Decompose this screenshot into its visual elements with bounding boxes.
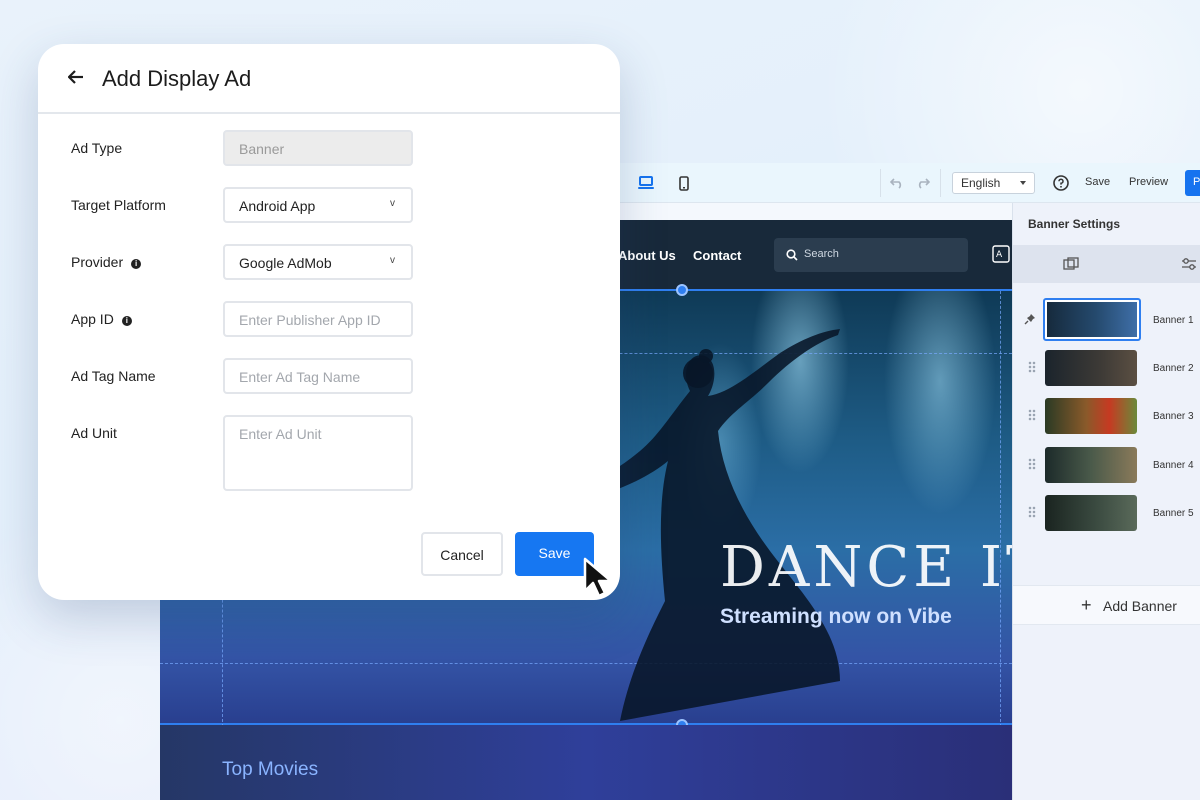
toolbar-publish-button[interactable]: P: [1185, 170, 1200, 196]
banner-label: Banner 4: [1153, 460, 1194, 471]
banner-item[interactable]: Banner 4: [1013, 443, 1200, 487]
banner-label: Banner 3: [1153, 411, 1194, 422]
target-platform-label: Target Platform: [71, 197, 166, 213]
site-search-input[interactable]: Search: [774, 238, 968, 272]
provider-label: Provider i: [71, 254, 142, 270]
ad-unit-placeholder: Enter Ad Unit: [239, 426, 322, 442]
desktop-view-icon[interactable]: [635, 172, 657, 194]
provider-value: Google AdMob: [239, 255, 332, 271]
pin-icon[interactable]: [1024, 312, 1036, 330]
target-platform-select[interactable]: Android App v: [223, 187, 413, 223]
mobile-view-icon[interactable]: [673, 172, 695, 194]
banner-item[interactable]: Banner 2: [1013, 346, 1200, 390]
drag-handle-icon[interactable]: [1028, 409, 1036, 421]
ad-unit-textarea[interactable]: Enter Ad Unit: [223, 415, 413, 491]
app-id-input[interactable]: Enter Publisher App ID: [223, 301, 413, 337]
nav-link-about-us[interactable]: About Us: [618, 248, 676, 263]
add-banner-label: Add Banner: [1103, 598, 1177, 614]
plus-icon: +: [1081, 595, 1092, 615]
info-icon[interactable]: i: [131, 259, 142, 269]
chevron-down-icon: v: [390, 198, 395, 209]
translate-icon[interactable]: A: [992, 245, 1010, 268]
ad-unit-label: Ad Unit: [71, 425, 117, 441]
help-icon[interactable]: [1050, 172, 1072, 194]
banner-thumbnail[interactable]: [1043, 298, 1141, 341]
redo-icon[interactable]: [912, 172, 934, 194]
mouse-cursor-icon: [583, 557, 613, 598]
panel-tabs: [1013, 245, 1200, 283]
ad-type-field: Banner: [223, 130, 413, 166]
undo-icon[interactable]: [886, 172, 908, 194]
dialog-header: Add Display Ad: [38, 44, 620, 114]
ad-type-label: Ad Type: [71, 140, 123, 156]
section-title: Top Movies: [222, 759, 319, 780]
ad-tag-name-placeholder: Enter Ad Tag Name: [239, 369, 361, 385]
chevron-down-icon: [1020, 181, 1026, 185]
provider-select[interactable]: Google AdMob v: [223, 244, 413, 280]
banner-thumbnail[interactable]: [1045, 350, 1137, 386]
back-arrow-icon[interactable]: [67, 70, 84, 89]
drag-handle-icon[interactable]: [1028, 361, 1036, 373]
ad-type-value: Banner: [239, 141, 285, 157]
add-banner-button[interactable]: + Add Banner: [1013, 585, 1200, 625]
banner-thumbnail[interactable]: [1045, 447, 1137, 483]
app-id-label: App ID i: [71, 311, 132, 327]
banner-item[interactable]: Banner 1: [1013, 298, 1200, 342]
drag-handle-icon[interactable]: [1028, 458, 1036, 470]
language-select-value: English: [961, 176, 1001, 190]
cancel-button[interactable]: Cancel: [421, 532, 503, 576]
toolbar-save-button[interactable]: Save: [1085, 176, 1110, 188]
toolbar-preview-button[interactable]: Preview: [1129, 176, 1168, 188]
banner-settings-panel: Banner Settings Banner 1 Banner 2 Banner…: [1012, 203, 1200, 800]
banner-layout-icon[interactable]: [1063, 257, 1079, 276]
svg-text:A: A: [996, 250, 1003, 260]
hero-title: DANCE IT: [720, 535, 1012, 600]
ad-tag-name-label: Ad Tag Name: [71, 368, 156, 384]
target-platform-value: Android App: [239, 198, 316, 214]
banner-label: Banner 5: [1153, 508, 1194, 519]
panel-title: Banner Settings: [1028, 217, 1121, 231]
app-id-label-text: App ID: [71, 311, 114, 327]
app-id-placeholder: Enter Publisher App ID: [239, 312, 381, 328]
site-search-placeholder: Search: [804, 248, 839, 260]
adjustments-icon[interactable]: [1181, 257, 1197, 276]
banner-item[interactable]: Banner 5: [1013, 491, 1200, 535]
banner-thumbnail[interactable]: [1045, 495, 1137, 531]
banner-thumbnail[interactable]: [1045, 398, 1137, 434]
ad-tag-name-input[interactable]: Enter Ad Tag Name: [223, 358, 413, 394]
dialog-title: Add Display Ad: [102, 66, 252, 91]
add-display-ad-dialog: Add Display Ad Ad Type Banner Target Pla…: [38, 44, 620, 600]
search-icon: [786, 249, 798, 264]
info-icon[interactable]: i: [121, 316, 132, 326]
banner-label: Banner 2: [1153, 363, 1194, 374]
banner-label: Banner 1: [1153, 315, 1194, 326]
nav-link-contact[interactable]: Contact: [693, 248, 741, 263]
provider-label-text: Provider: [71, 254, 124, 270]
hero-subtitle: Streaming now on Vibe: [720, 605, 952, 628]
resize-handle-top[interactable]: [676, 284, 688, 296]
drag-handle-icon[interactable]: [1028, 506, 1036, 518]
banner-item[interactable]: Banner 3: [1013, 394, 1200, 438]
top-movies-section: Top Movies: [160, 725, 1012, 800]
chevron-down-icon: v: [390, 255, 395, 266]
language-select[interactable]: English: [952, 172, 1035, 194]
